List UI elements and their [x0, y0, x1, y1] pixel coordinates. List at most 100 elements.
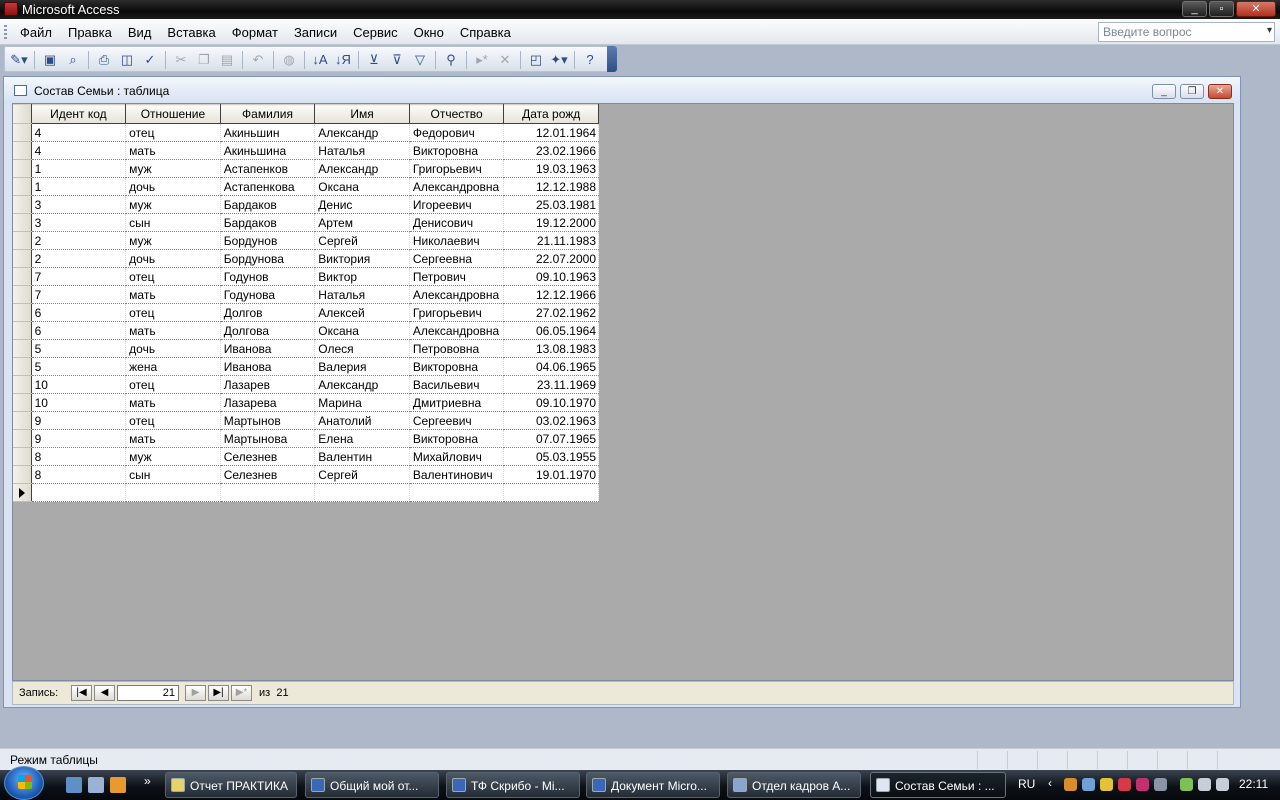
file-search-icon[interactable]: ⌕ — [63, 51, 83, 69]
column-header-surname[interactable]: Фамилия — [220, 104, 316, 124]
table-row[interactable]: 9 мать Мартынова Елена Викторовна 07.07.1965 — [13, 429, 599, 448]
cell-name[interactable]: Алексей — [314, 303, 410, 322]
cell-relation[interactable]: дочь — [125, 339, 221, 358]
cell-id[interactable]: 4 — [31, 123, 127, 142]
cell-patronymic[interactable]: Дмитриевна — [409, 393, 505, 412]
cell-patronymic[interactable]: Васильевич — [409, 375, 505, 394]
cell-id[interactable]: 9 — [31, 429, 127, 448]
cell-surname[interactable]: Акиньшин — [220, 123, 316, 142]
app-close-button[interactable]: ✕ — [1236, 1, 1276, 17]
cell-birthdate[interactable]: 27.02.1962 — [503, 303, 599, 322]
print-icon[interactable]: ⎙ — [94, 51, 114, 69]
column-header-id[interactable]: Идент код — [31, 104, 127, 124]
last-record-button[interactable]: ▶| — [208, 685, 229, 701]
record-selector[interactable] — [13, 285, 32, 304]
sort-ascending-icon[interactable]: ↓A — [310, 51, 330, 69]
cell-id[interactable]: 3 — [31, 195, 127, 214]
cell-patronymic[interactable]: Викторовна — [409, 357, 505, 376]
cell-surname[interactable]: Долгов — [220, 303, 316, 322]
table-row[interactable]: 9 отец Мартынов Анатолий Сергеевич 03.02.1963 — [13, 411, 599, 430]
record-selector[interactable] — [13, 213, 32, 232]
taskbar-button[interactable]: Отдел кадров A... — [727, 772, 861, 798]
cell-id[interactable]: 10 — [31, 375, 127, 394]
cell-name[interactable]: Сергей — [314, 465, 410, 484]
tray-expand-icon[interactable]: ‹ — [1048, 776, 1061, 790]
cell-name[interactable]: Валентин — [314, 447, 410, 466]
record-selector[interactable] — [13, 411, 32, 430]
column-header-birthdate[interactable]: Дата рожд — [503, 104, 599, 124]
cell-birthdate[interactable]: 19.12.2000 — [503, 213, 599, 232]
cell-surname[interactable]: Бордунова — [220, 249, 316, 268]
cell-birthdate[interactable]: 09.10.1970 — [503, 393, 599, 412]
antivirus-icon[interactable] — [1118, 778, 1131, 791]
app-minimize-button[interactable]: _ — [1182, 1, 1207, 17]
cell-surname[interactable]: Лазарев — [220, 375, 316, 394]
table-row[interactable]: 8 сын Селезнев Сергей Валентинович 19.01.1970 — [13, 465, 599, 484]
empty-cell[interactable] — [409, 483, 505, 502]
cell-id[interactable]: 3 — [31, 213, 127, 232]
menu-edit[interactable]: Правка — [60, 25, 120, 40]
cell-birthdate[interactable]: 21.11.1983 — [503, 231, 599, 250]
menu-tools[interactable]: Сервис — [345, 25, 406, 40]
cell-birthdate[interactable]: 12.12.1988 — [503, 177, 599, 196]
cell-birthdate[interactable]: 09.10.1963 — [503, 267, 599, 286]
copy-icon[interactable]: ❐ — [194, 51, 214, 69]
new-object-icon[interactable]: ✦▾ — [549, 51, 569, 69]
media-player-icon[interactable] — [110, 777, 126, 793]
cell-id[interactable]: 5 — [31, 357, 127, 376]
cell-name[interactable]: Елена — [314, 429, 410, 448]
record-selector[interactable] — [13, 231, 32, 250]
table-row[interactable]: 3 сын Бардаков Артем Денисович 19.12.2000 — [13, 213, 599, 232]
record-selector[interactable] — [13, 267, 32, 286]
menu-view[interactable]: Вид — [120, 25, 160, 40]
cell-patronymic[interactable]: Петрововна — [409, 339, 505, 358]
new-record-row[interactable] — [13, 483, 599, 502]
first-record-button[interactable]: |◀ — [71, 685, 92, 701]
table-row[interactable]: 7 отец Годунов Виктор Петрович 09.10.1963 — [13, 267, 599, 286]
table-row[interactable]: 8 муж Селезнев Валентин Михайлович 05.03.1955 — [13, 447, 599, 466]
cell-patronymic[interactable]: Николаевич — [409, 231, 505, 250]
record-selector[interactable] — [13, 339, 32, 358]
cell-id[interactable]: 2 — [31, 231, 127, 250]
previous-record-button[interactable]: ◀ — [94, 685, 115, 701]
cell-birthdate[interactable]: 07.07.1965 — [503, 429, 599, 448]
cell-patronymic[interactable]: Викторовна — [409, 141, 505, 160]
record-number-input[interactable]: 21 — [117, 685, 179, 701]
cell-surname[interactable]: Иванова — [220, 357, 316, 376]
help-question-input[interactable]: Введите вопрос ▾ — [1098, 22, 1275, 42]
empty-cell[interactable] — [31, 483, 127, 502]
cell-patronymic[interactable]: Валентинович — [409, 465, 505, 484]
record-selector[interactable] — [13, 321, 32, 340]
record-selector[interactable] — [13, 393, 32, 412]
cell-relation[interactable]: отец — [125, 411, 221, 430]
table-row[interactable]: 3 муж Бардаков Денис Игореевич 25.03.1981 — [13, 195, 599, 214]
cell-id[interactable]: 7 — [31, 267, 127, 286]
cell-name[interactable]: Сергей — [314, 231, 410, 250]
cell-surname[interactable]: Иванова — [220, 339, 316, 358]
table-row[interactable]: 2 муж Бордунов Сергей Николаевич 21.11.1983 — [13, 231, 599, 250]
cell-surname[interactable]: Мартынов — [220, 411, 316, 430]
menu-help[interactable]: Справка — [452, 25, 519, 40]
menu-records[interactable]: Записи — [286, 25, 345, 40]
empty-cell[interactable] — [314, 483, 410, 502]
record-selector[interactable] — [13, 123, 32, 142]
cell-patronymic[interactable]: Михайлович — [409, 447, 505, 466]
cell-patronymic[interactable]: Григорьевич — [409, 303, 505, 322]
cell-patronymic[interactable]: Александровна — [409, 177, 505, 196]
record-selector[interactable] — [13, 483, 32, 502]
cell-birthdate[interactable]: 04.06.1965 — [503, 357, 599, 376]
cell-birthdate[interactable]: 13.08.1983 — [503, 339, 599, 358]
cell-surname[interactable]: Селезнев — [220, 447, 316, 466]
record-selector[interactable] — [13, 141, 32, 160]
cell-name[interactable]: Александр — [314, 159, 410, 178]
cell-surname[interactable]: Акиньшина — [220, 141, 316, 160]
record-selector[interactable] — [13, 303, 32, 322]
cell-relation[interactable]: муж — [125, 159, 221, 178]
cell-surname[interactable]: Мартынова — [220, 429, 316, 448]
cell-patronymic[interactable]: Викторовна — [409, 429, 505, 448]
start-button[interactable] — [4, 766, 44, 800]
hyperlink-icon[interactable]: ◍ — [279, 51, 299, 69]
cell-name[interactable]: Наталья — [314, 285, 410, 304]
cell-surname[interactable]: Долгова — [220, 321, 316, 340]
cell-birthdate[interactable]: 23.02.1966 — [503, 141, 599, 160]
